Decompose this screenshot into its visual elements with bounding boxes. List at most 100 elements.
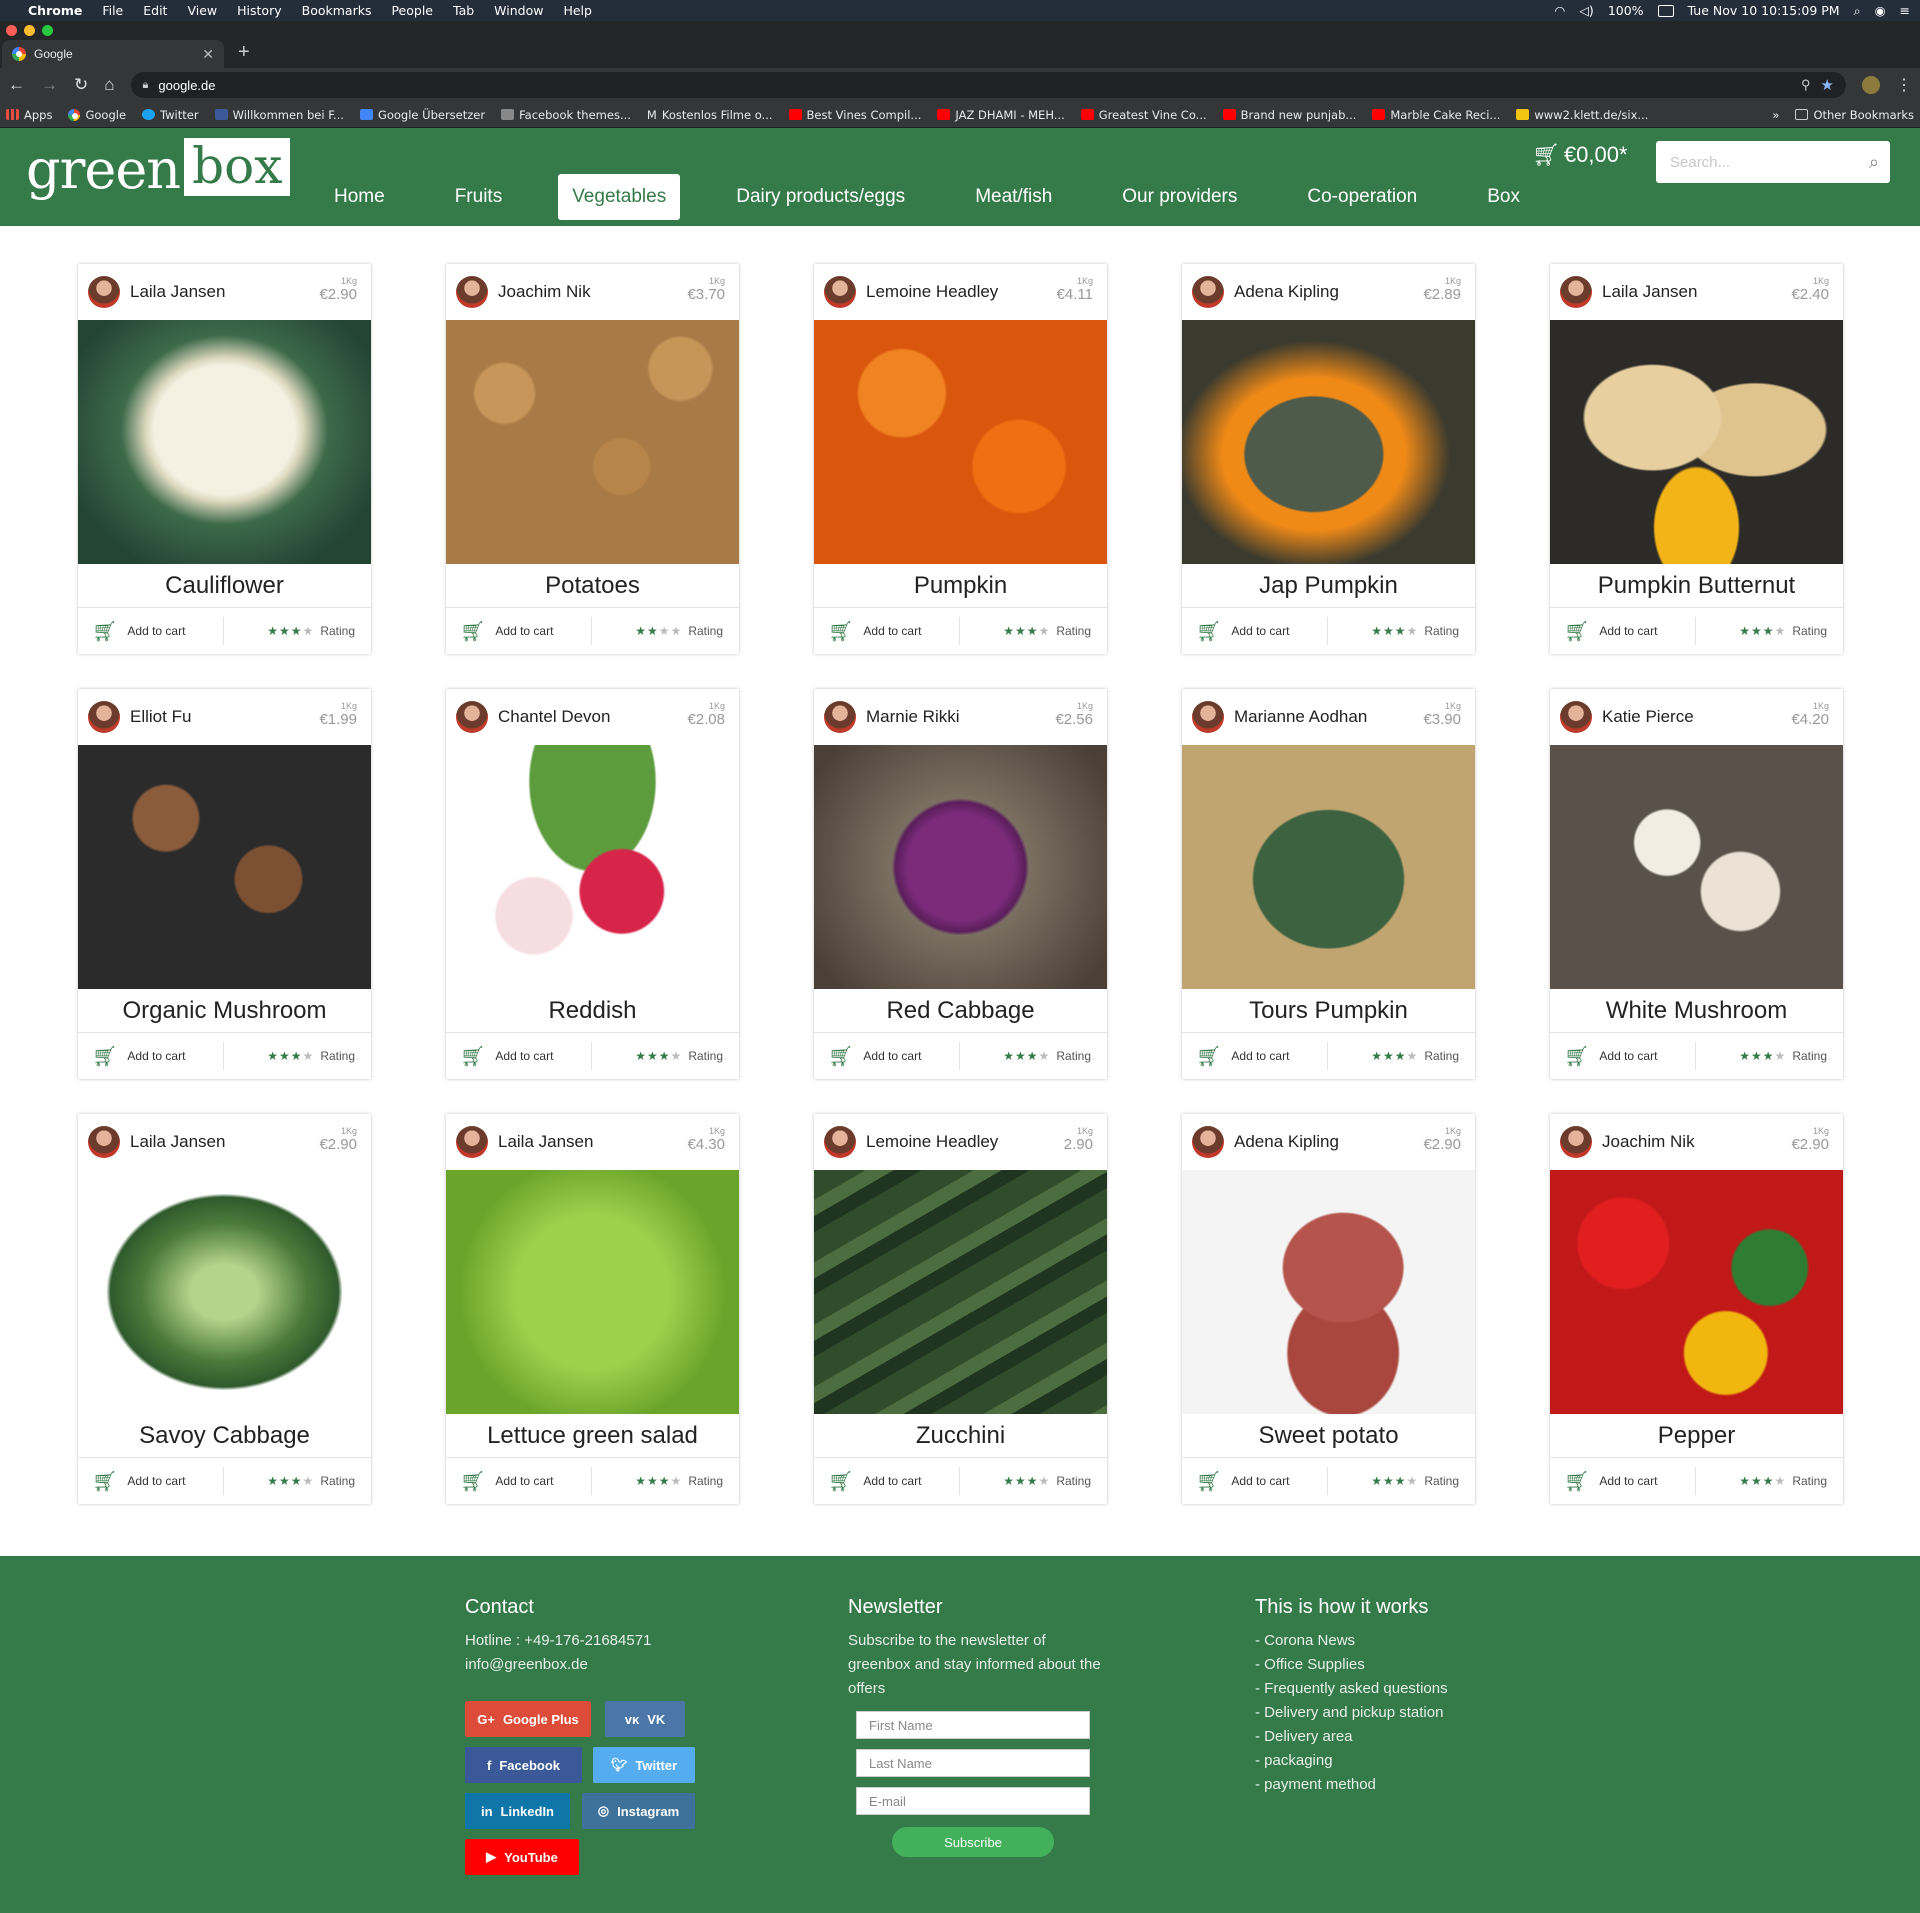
seller-name[interactable]: Lemoine Headley <box>866 282 998 302</box>
bookmark-jaz[interactable]: JAZ DHAMI - MEH... <box>937 108 1065 122</box>
seller-avatar[interactable] <box>1192 276 1224 308</box>
rating-stars-icon[interactable]: ★★★★ <box>1003 624 1050 638</box>
product-image[interactable] <box>1182 320 1475 564</box>
seller-name[interactable]: Laila Jansen <box>498 1132 593 1152</box>
rating[interactable]: ★★★★ Rating <box>1328 1474 1475 1488</box>
product-image[interactable] <box>1550 320 1843 564</box>
product-name[interactable]: Sweet potato <box>1182 1414 1475 1458</box>
product-card[interactable]: Laila Jansen 1Kg €2.40 Pumpkin Butternut 🛒︎ A… <box>1550 264 1843 654</box>
siri-icon[interactable]: ◉ <box>1875 3 1886 18</box>
menu-view[interactable]: View <box>187 3 217 18</box>
rating-stars-icon[interactable]: ★★★★ <box>1739 1474 1786 1488</box>
profile-avatar-icon[interactable] <box>1862 76 1880 94</box>
rating[interactable]: ★★★★ Rating <box>224 1049 371 1063</box>
rating[interactable]: ★★★★ Rating <box>1696 1049 1843 1063</box>
search-input[interactable] <box>1670 153 1869 171</box>
how-link-payment[interactable]: - payment method <box>1255 1773 1448 1797</box>
product-name[interactable]: Pumpkin Butternut <box>1550 564 1843 608</box>
facebook-button[interactable]: f Facebook <box>465 1747 582 1783</box>
bookmark-translate[interactable]: Google Übersetzer <box>359 108 485 122</box>
rating-stars-icon[interactable]: ★★★★ <box>635 1049 682 1063</box>
rating[interactable]: ★★★★ Rating <box>592 1049 739 1063</box>
seller-avatar[interactable] <box>456 701 488 733</box>
product-card[interactable]: Laila Jansen 1Kg €4.30 Lettuce green salad 🛒… <box>446 1114 739 1504</box>
product-name[interactable]: Pepper <box>1550 1414 1843 1458</box>
product-card[interactable]: Marnie Rikki 1Kg €2.56 Red Cabbage 🛒︎ Add to … <box>814 689 1107 1079</box>
product-card[interactable]: Adena Kipling 1Kg €2.90 Sweet potato 🛒︎ Add t… <box>1182 1114 1475 1504</box>
url-text[interactable]: google.de <box>158 78 215 93</box>
product-card[interactable]: Marianne Aodhan 1Kg €3.90 Tours Pumpkin 🛒︎ Ad… <box>1182 689 1475 1079</box>
product-image[interactable] <box>1182 1170 1475 1414</box>
rating[interactable]: ★★★★ Rating <box>1696 1474 1843 1488</box>
menu-tab[interactable]: Tab <box>453 3 474 18</box>
add-to-cart-button[interactable]: 🛒︎ Add to cart <box>814 1042 960 1070</box>
last-name-field[interactable] <box>856 1749 1090 1777</box>
spotlight-search-icon[interactable]: ⌕ <box>1854 3 1861 19</box>
add-to-cart-button[interactable]: 🛒︎ Add to cart <box>78 617 224 645</box>
bookmark-twitter[interactable]: Twitter <box>142 108 199 122</box>
product-image[interactable] <box>78 745 371 989</box>
nav-fruits[interactable]: Fruits <box>441 174 517 220</box>
seller-avatar[interactable] <box>1192 701 1224 733</box>
product-name[interactable]: Jap Pumpkin <box>1182 564 1475 608</box>
seller-avatar[interactable] <box>88 276 120 308</box>
product-image[interactable] <box>1550 1170 1843 1414</box>
other-bookmarks[interactable]: Other Bookmarks <box>1795 108 1914 122</box>
product-name[interactable]: Cauliflower <box>78 564 371 608</box>
rating[interactable]: ★★★★ Rating <box>592 1474 739 1488</box>
bookmark-filme[interactable]: M Kostenlos Filme o... <box>647 108 773 122</box>
linkedin-button[interactable]: in LinkedIn <box>465 1793 570 1829</box>
menu-people[interactable]: People <box>391 3 433 18</box>
seller-name[interactable]: Elliot Fu <box>130 707 191 727</box>
seller-name[interactable]: Joachim Nik <box>1602 1132 1695 1152</box>
product-name[interactable]: Reddish <box>446 989 739 1033</box>
product-name[interactable]: Red Cabbage <box>814 989 1107 1033</box>
rating-stars-icon[interactable]: ★★★★ <box>635 1474 682 1488</box>
add-to-cart-button[interactable]: 🛒︎ Add to cart <box>446 1467 592 1495</box>
forward-icon[interactable]: → <box>41 75 58 95</box>
rating-stars-icon[interactable]: ★★★★ <box>267 1474 314 1488</box>
seller-avatar[interactable] <box>824 276 856 308</box>
seller-avatar[interactable] <box>1192 1126 1224 1158</box>
seller-avatar[interactable] <box>824 1126 856 1158</box>
close-window-button[interactable] <box>6 25 17 36</box>
reload-icon[interactable]: ↻ <box>74 75 88 95</box>
seller-name[interactable]: Laila Jansen <box>130 282 225 302</box>
rating-stars-icon[interactable]: ★★★★ <box>1371 624 1418 638</box>
rating[interactable]: ★★★★ Rating <box>1696 624 1843 638</box>
menu-edit[interactable]: Edit <box>143 3 167 18</box>
youtube-button[interactable]: ▶ YouTube <box>465 1839 579 1875</box>
seller-avatar[interactable] <box>824 701 856 733</box>
product-name[interactable]: Savoy Cabbage <box>78 1414 371 1458</box>
add-to-cart-button[interactable]: 🛒︎ Add to cart <box>814 1467 960 1495</box>
bookmark-greatest-vine[interactable]: Greatest Vine Co... <box>1080 108 1207 122</box>
product-card[interactable]: Katie Pierce 1Kg €4.20 White Mushroom 🛒︎ Add … <box>1550 689 1843 1079</box>
product-card[interactable]: Laila Jansen 1Kg €2.90 Cauliflower 🛒︎ Add to … <box>78 264 371 654</box>
product-card[interactable]: Elliot Fu 1Kg €1.99 Organic Mushroom 🛒︎ Add t… <box>78 689 371 1079</box>
nav-providers[interactable]: Our providers <box>1108 174 1251 220</box>
rating[interactable]: ★★★★ Rating <box>224 624 371 638</box>
seller-name[interactable]: Adena Kipling <box>1234 1132 1339 1152</box>
clock[interactable]: Tue Nov 10 10:15:09 PM <box>1688 3 1840 18</box>
rating-stars-icon[interactable]: ★★★★ <box>1739 624 1786 638</box>
address-bar[interactable]: 🔒︎ google.de ⚲ ★ <box>130 72 1846 98</box>
add-to-cart-button[interactable]: 🛒︎ Add to cart <box>814 617 960 645</box>
seller-avatar[interactable] <box>88 1126 120 1158</box>
seller-name[interactable]: Lemoine Headley <box>866 1132 998 1152</box>
rating-stars-icon[interactable]: ★★★★ <box>1371 1049 1418 1063</box>
add-to-cart-button[interactable]: 🛒︎ Add to cart <box>1550 617 1696 645</box>
contact-email[interactable]: info@greenbox.de <box>465 1653 651 1677</box>
chrome-menu-icon[interactable]: ⋮ <box>1896 75 1912 95</box>
rating[interactable]: ★★★★ Rating <box>224 1474 371 1488</box>
nav-vegetables[interactable]: Vegetables <box>558 174 681 220</box>
seller-name[interactable]: Laila Jansen <box>130 1132 225 1152</box>
home-icon[interactable]: ⌂ <box>104 75 114 95</box>
product-image[interactable] <box>814 320 1107 564</box>
add-to-cart-button[interactable]: 🛒︎ Add to cart <box>1550 1467 1696 1495</box>
rating-stars-icon[interactable]: ★★★★ <box>635 624 682 638</box>
volume-icon[interactable]: ◁) <box>1579 3 1594 18</box>
product-card[interactable]: Lemoine Headley 1Kg €4.11 Pumpkin 🛒︎ Add to c… <box>814 264 1107 654</box>
add-to-cart-button[interactable]: 🛒︎ Add to cart <box>446 617 592 645</box>
bookmark-facebook[interactable]: Willkommen bei F... <box>214 108 344 122</box>
product-image[interactable] <box>1550 745 1843 989</box>
